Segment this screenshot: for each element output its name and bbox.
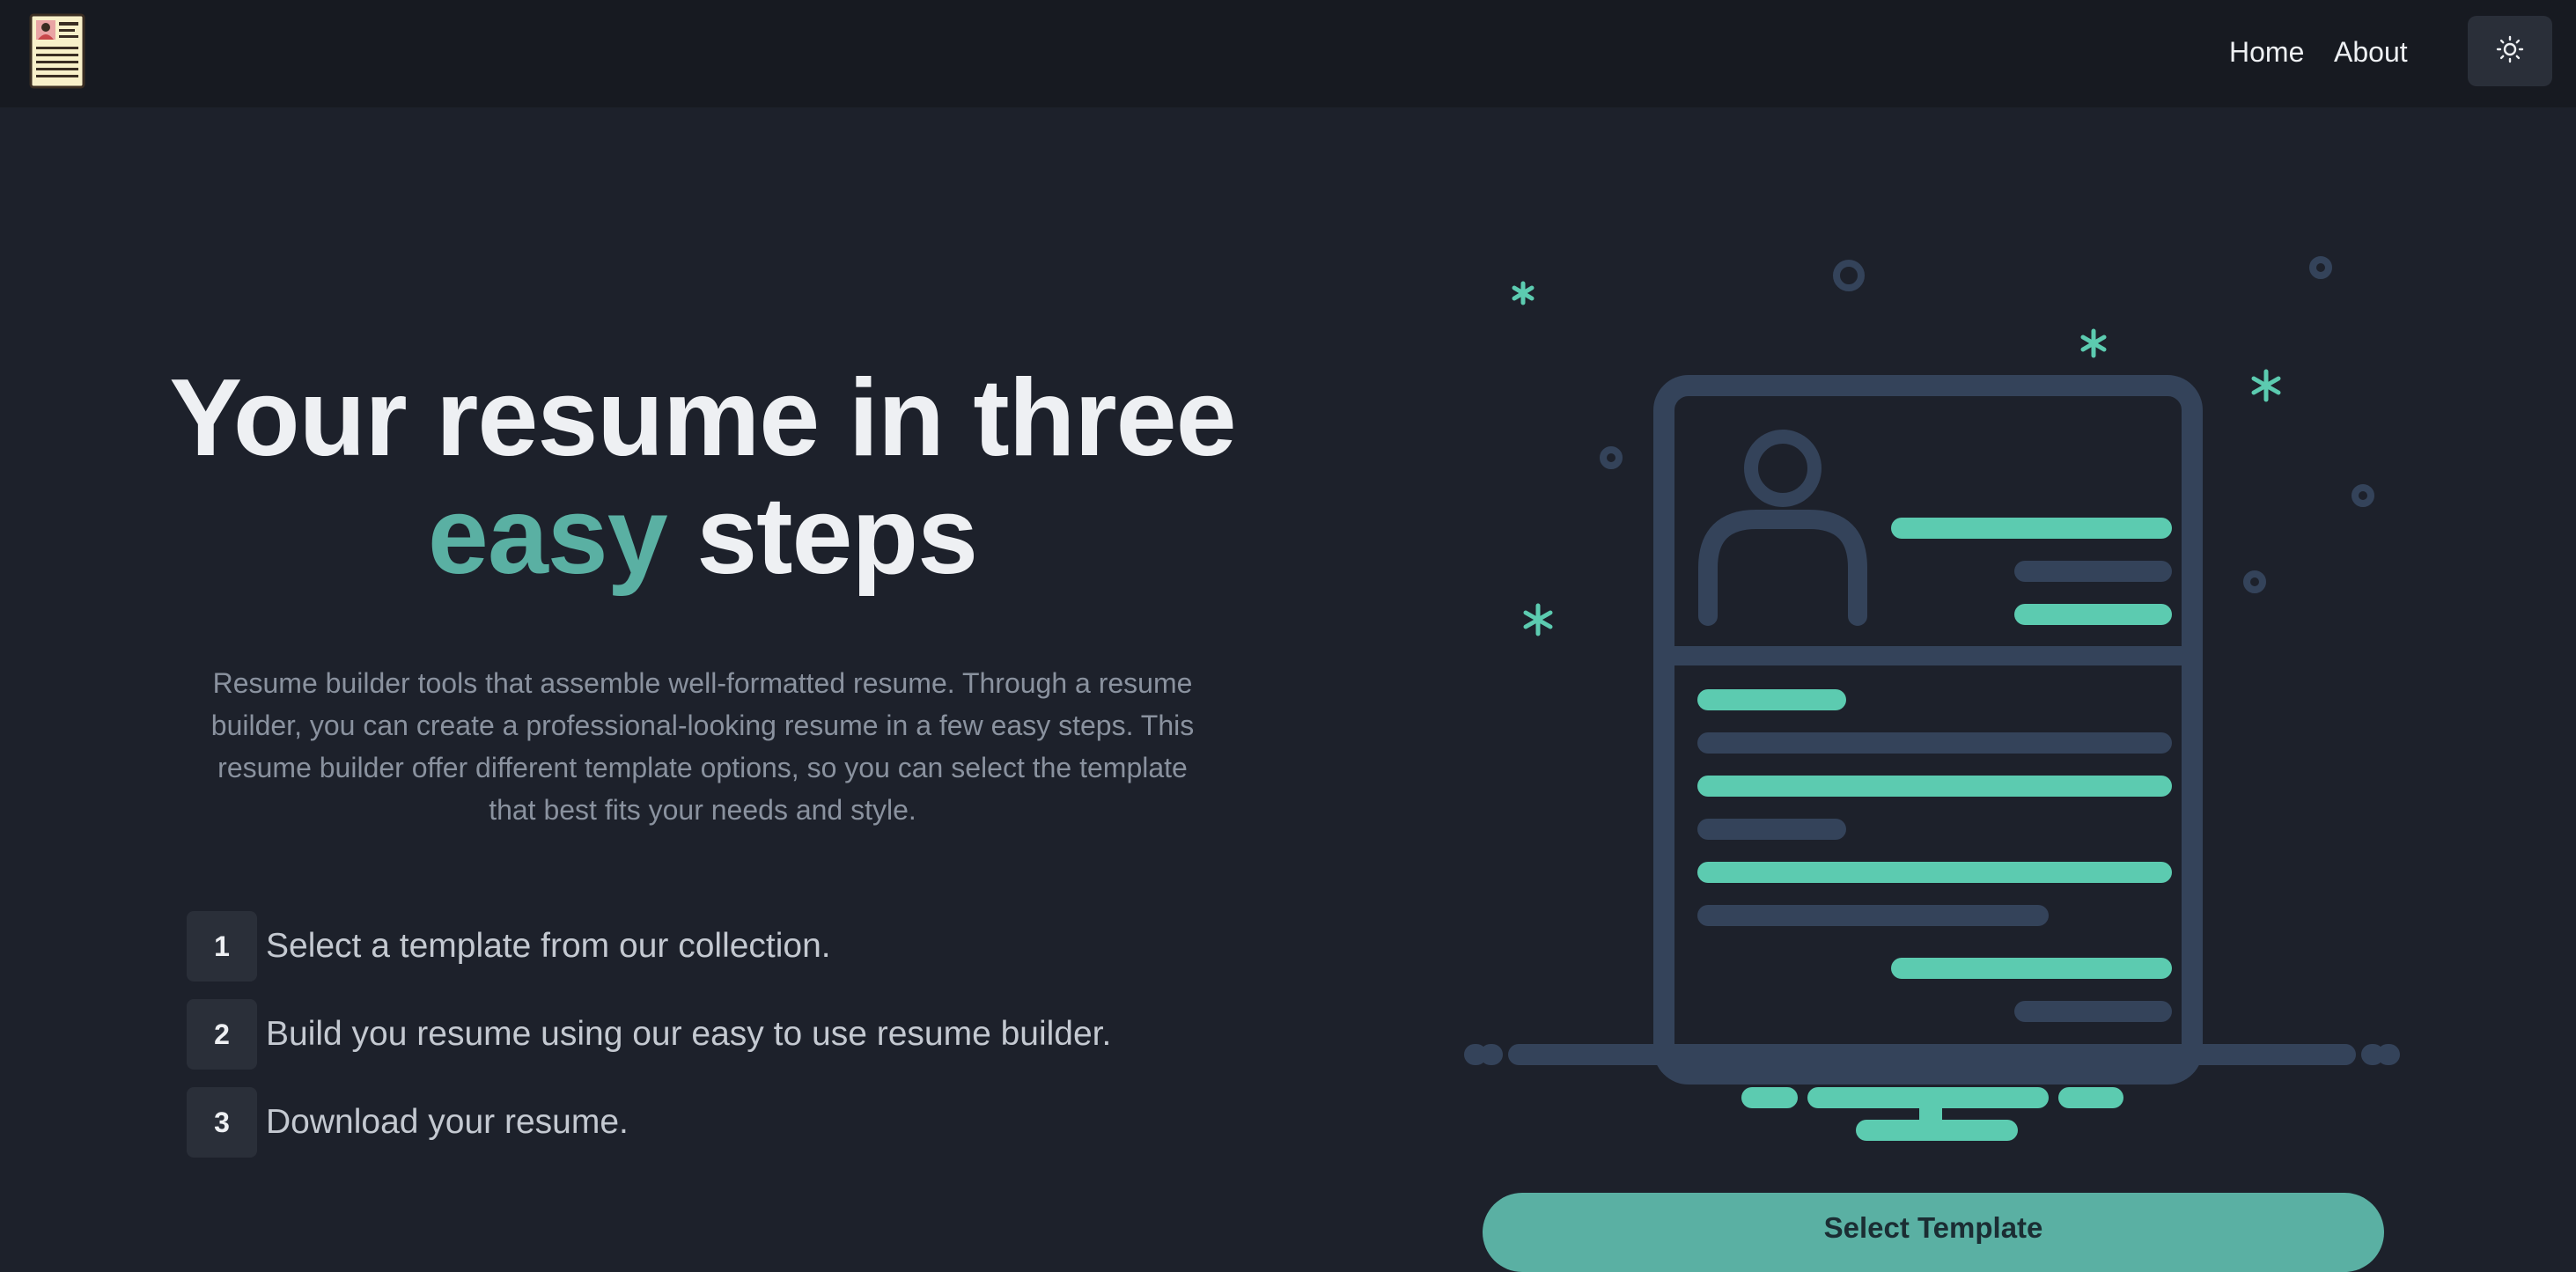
step-text: Download your resume. bbox=[266, 1103, 629, 1141]
hero-title-line2: steps bbox=[696, 475, 978, 597]
step-text: Select a template from our collection. bbox=[266, 927, 831, 965]
resume-logo-icon[interactable] bbox=[29, 13, 85, 89]
theme-toggle-button[interactable] bbox=[2468, 16, 2552, 86]
hero-title-accent: easy bbox=[427, 475, 668, 597]
step-number: 1 bbox=[187, 911, 257, 982]
hero-description: Resume builder tools that assemble well-… bbox=[210, 667, 1195, 826]
navbar: Home About bbox=[0, 0, 2576, 107]
step-item: 1 Select a template from our collection. bbox=[187, 911, 831, 982]
resume-illustration-icon bbox=[1461, 238, 2412, 1153]
step-item: 2 Build you resume using our easy to use… bbox=[187, 999, 1111, 1070]
select-template-button[interactable]: Select Template bbox=[1483, 1193, 2384, 1272]
step-number: 2 bbox=[187, 999, 257, 1070]
step-text: Build you resume using our easy to use r… bbox=[266, 1015, 1112, 1053]
step-number: 3 bbox=[187, 1087, 257, 1158]
hero-title: Your resume in three easy steps bbox=[141, 359, 1264, 595]
nav-link-home[interactable]: Home bbox=[2229, 33, 2304, 70]
hero-title-line1: Your resume in three bbox=[169, 357, 1236, 479]
sun-icon bbox=[2496, 35, 2524, 68]
step-item: 3 Download your resume. bbox=[187, 1087, 629, 1158]
nav-link-about[interactable]: About bbox=[2334, 33, 2408, 70]
